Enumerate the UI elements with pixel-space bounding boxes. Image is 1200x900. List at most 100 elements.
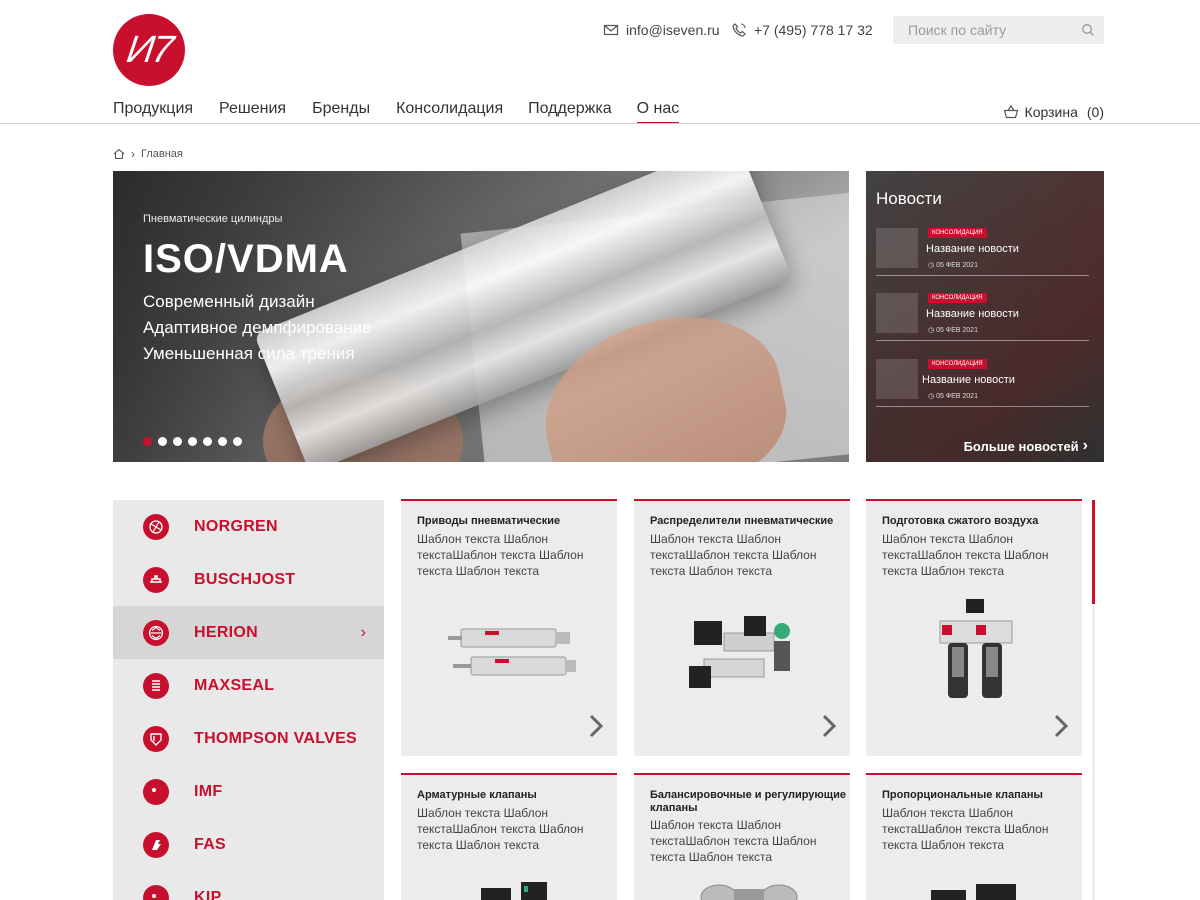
email-text: info@iseven.ru [626, 22, 720, 38]
brand-item-thompson-valves[interactable]: THOMPSON VALVES [113, 712, 384, 765]
chevron-right-icon[interactable] [589, 714, 603, 738]
card-description: Шаблон текста Шаблон текстаШаблон текста… [417, 532, 584, 578]
news-name: Название новости [926, 308, 1019, 320]
thompson-valves-icon [143, 725, 169, 752]
fas-icon [143, 831, 169, 858]
news-thumbnail [876, 293, 918, 333]
news-name: Название новости [926, 243, 1019, 255]
main-nav: Продукция Решения Бренды Консолидация По… [113, 100, 680, 124]
slider-dot[interactable] [158, 437, 167, 446]
brand-item-norgren[interactable]: NORGREN [113, 500, 384, 553]
slider-dot[interactable] [188, 437, 197, 446]
hero-subtitle: Пневматические цилиндры [143, 213, 283, 225]
chevron-right-icon[interactable] [822, 714, 836, 738]
card-description: Шаблон текста Шаблон текстаШаблон текста… [882, 532, 1049, 578]
maxseal-icon [143, 672, 169, 699]
brand-item-maxseal[interactable]: MAXSEAL [113, 659, 384, 712]
phone-link[interactable]: +7 (495) 778 17 32 [731, 22, 873, 38]
norgren-icon [143, 513, 169, 540]
more-news-link[interactable]: Больше новостей › [964, 437, 1088, 455]
brand-item-herion[interactable]: HERION › [113, 606, 384, 659]
slider-dot[interactable] [173, 437, 182, 446]
phone-text: +7 (495) 778 17 32 [754, 22, 873, 38]
hero-text: Пневматические цилиндры ISO/VDMA Совреме… [143, 213, 372, 370]
pneumatic-cylinder-image [448, 628, 576, 676]
news-tag: Консолидация [928, 228, 987, 238]
scrollbar-thumb[interactable] [1092, 500, 1095, 604]
brand-item-fas[interactable]: FAS [113, 818, 384, 871]
cart-label: Корзина [1024, 104, 1078, 120]
brand-item-imf[interactable]: IMF [113, 765, 384, 818]
nav-item-support[interactable]: Поддержка [528, 100, 611, 124]
category-card[interactable]: Пропорциональные клапаны Шаблон текста Ш… [866, 773, 1082, 900]
phone-icon [732, 23, 746, 37]
hero-feature-1: Современный дизайн [143, 292, 315, 311]
search-box [893, 16, 1104, 44]
nav-item-brands[interactable]: Бренды [312, 100, 370, 124]
cart-link[interactable]: Корзина (0) [1003, 104, 1104, 120]
card-title: Балансировочные и регулирующие клапаны [650, 789, 846, 814]
card-description: Шаблон текста Шаблон текстаШаблон текста… [882, 806, 1049, 852]
category-card[interactable]: Балансировочные и регулирующие клапаны Ш… [634, 773, 850, 900]
nav-item-products[interactable]: Продукция [113, 100, 193, 124]
chevron-right-icon: › [131, 147, 135, 161]
email-link[interactable]: info@iseven.ru [603, 22, 720, 38]
cart-count: (0) [1086, 104, 1104, 120]
breadcrumb: › Главная [113, 147, 183, 161]
category-card[interactable]: Арматурные клапаны Шаблон текста Шаблон … [401, 773, 617, 900]
news-item[interactable]: Консолидация Название новости ◷ 05 ФЕВ 2… [876, 293, 1089, 341]
site-logo[interactable]: И7 [113, 14, 185, 86]
proportional-valve-image [931, 884, 1016, 900]
card-description: Шаблон текста Шаблон текстаШаблон текста… [650, 532, 817, 578]
slider-dot[interactable] [143, 437, 152, 446]
card-title: Приводы пневматические [417, 515, 561, 527]
category-card[interactable]: Приводы пневматические Шаблон текста Шаб… [401, 499, 617, 756]
chevron-right-icon[interactable] [1054, 714, 1068, 738]
balancing-valve-image [700, 884, 798, 900]
news-date: ◷ 05 ФЕВ 2021 [928, 327, 978, 334]
hero-title: ISO/VDMA [143, 237, 349, 281]
news-name: Название новости [922, 374, 1015, 386]
card-description: Шаблон текста Шаблон текстаШаблон текста… [650, 818, 817, 864]
card-title: Пропорциональные клапаны [882, 789, 1043, 801]
news-item[interactable]: Консолидация Название новости ◷ 05 ФЕВ 2… [876, 359, 1089, 407]
brand-item-buschjost[interactable]: BUSCHJOST [113, 553, 384, 606]
air-preparation-unit-image [939, 599, 1013, 698]
slider-dot[interactable] [203, 437, 212, 446]
home-icon[interactable] [113, 148, 125, 160]
category-card[interactable]: Распределители пневматические Шаблон тек… [634, 499, 850, 756]
news-date: ◷ 05 ФЕВ 2021 [928, 393, 978, 400]
search-icon[interactable] [1081, 23, 1095, 37]
brand-item-kip[interactable]: KIP [113, 871, 384, 900]
nav-item-about[interactable]: О нас [636, 100, 680, 124]
imf-icon [143, 778, 169, 805]
category-card[interactable]: Подготовка сжатого воздуха Шаблон текста… [866, 499, 1082, 756]
chevron-right-icon: › [360, 623, 366, 641]
news-panel: Новости Консолидация Название новости ◷ … [866, 171, 1104, 462]
slider-dot[interactable] [218, 437, 227, 446]
chevron-right-icon: › [1082, 437, 1088, 454]
news-item[interactable]: Консолидация Название новости ◷ 05 ФЕВ 2… [876, 228, 1089, 276]
hero-feature-3: Уменьшенная сила трения [143, 344, 355, 363]
card-title: Подготовка сжатого воздуха [882, 515, 1039, 527]
brands-sidebar: NORGREN BUSCHJOST HERION › MAXSEAL THOMP… [113, 500, 384, 900]
kip-icon [143, 884, 169, 900]
news-title: Новости [876, 189, 942, 208]
breadcrumb-current: Главная [141, 148, 183, 160]
news-tag: Консолидация [928, 293, 987, 303]
search-input[interactable] [893, 22, 1073, 38]
card-title: Арматурные клапаны [417, 789, 537, 801]
nav-item-consolidation[interactable]: Консолидация [396, 100, 503, 124]
nav-divider [0, 123, 1200, 124]
news-date: ◷ 05 ФЕВ 2021 [928, 262, 978, 269]
slider-dot[interactable] [233, 437, 242, 446]
nav-item-solutions[interactable]: Решения [219, 100, 286, 124]
hero-banner[interactable]: Пневматические цилиндры ISO/VDMA Совреме… [113, 171, 849, 462]
card-title: Распределители пневматические [650, 515, 834, 527]
slider-dots [143, 437, 242, 446]
basket-icon [1003, 104, 1018, 119]
buschjost-icon [143, 566, 169, 593]
news-tag: Консолидация [928, 359, 987, 369]
hero-feature-2: Адаптивное демпфирование [143, 318, 372, 337]
herion-icon [143, 619, 169, 646]
